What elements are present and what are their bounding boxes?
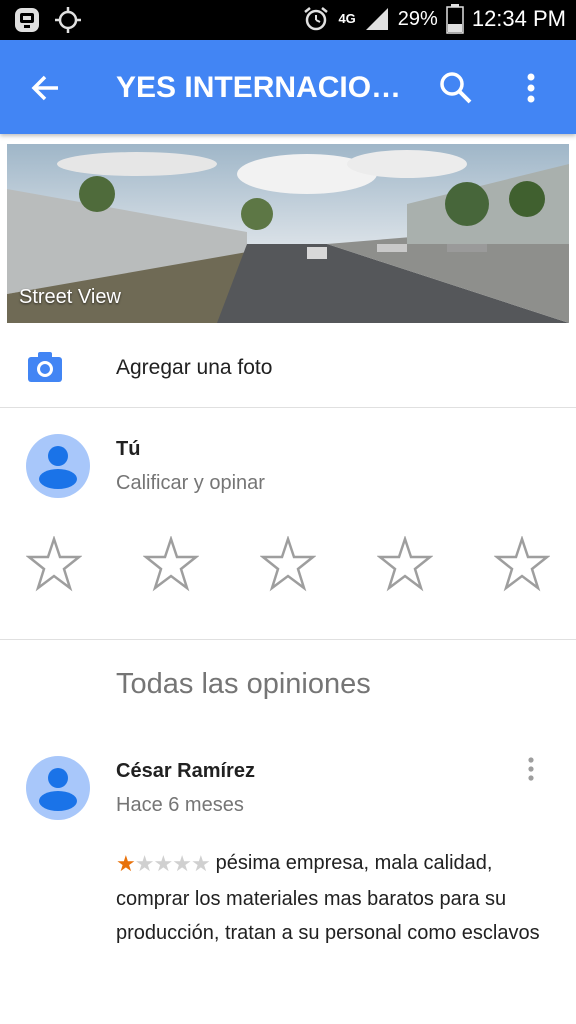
battery-icon [446,4,464,34]
more-vert-icon[interactable] [514,68,548,108]
user-avatar [26,434,90,498]
all-reviews-heading: Todas las opiniones [116,668,371,700]
rating-stars [0,536,576,596]
gps-icon [55,7,81,33]
user-name: Tú [116,438,141,460]
mini-star-5-icon: ★ [190,851,211,876]
signal-icon [365,8,388,30]
place-title: YES INTERNACIONAL [116,71,416,104]
app-notification-icon [15,8,39,32]
camera-icon [28,352,62,382]
add-photo-row[interactable]: Agregar una foto [0,330,576,408]
app-bar: YES INTERNACIONAL [0,40,576,134]
street-view-label: Street View [19,286,121,308]
add-photo-label: Agregar una foto [116,356,273,379]
clock: 12:34 PM [471,6,566,31]
mini-star-2-icon: ★ [134,851,155,876]
network-type: 4G [338,11,356,26]
search-icon[interactable] [436,68,476,108]
mini-star-3-icon: ★ [153,851,173,876]
street-view-image[interactable]: Street View [7,144,569,323]
star-5-icon[interactable] [494,536,550,592]
star-3-icon[interactable] [260,536,316,592]
mini-star-4-icon: ★ [172,851,192,876]
rate-and-review-prompt[interactable]: Calificar y opinar [116,472,265,495]
alarm-icon [304,7,329,31]
reviewer-name[interactable]: César Ramírez [116,760,255,783]
review-time: Hace 6 meses [116,794,244,816]
battery-percent: 29% [397,7,438,30]
star-1-icon[interactable] [26,536,82,592]
reviewer-avatar[interactable] [26,756,90,820]
arrow-back-icon[interactable] [26,68,66,108]
review-more-icon[interactable] [522,754,540,784]
star-2-icon[interactable] [143,536,199,592]
mini-star-1-icon: ★ [116,851,136,876]
your-review-section: Tú Calificar y opinar [0,408,576,640]
status-bar: 4G 29% 12:34 PM [0,0,576,40]
review-rating-stars: ★★★★★ [116,847,211,882]
review-item: César Ramírez Hace 6 meses ★★★★★ pésima e… [0,740,576,1024]
star-4-icon[interactable] [377,536,433,592]
review-text-block: ★★★★★ pésima empresa, mala calidad, compr… [116,846,556,950]
